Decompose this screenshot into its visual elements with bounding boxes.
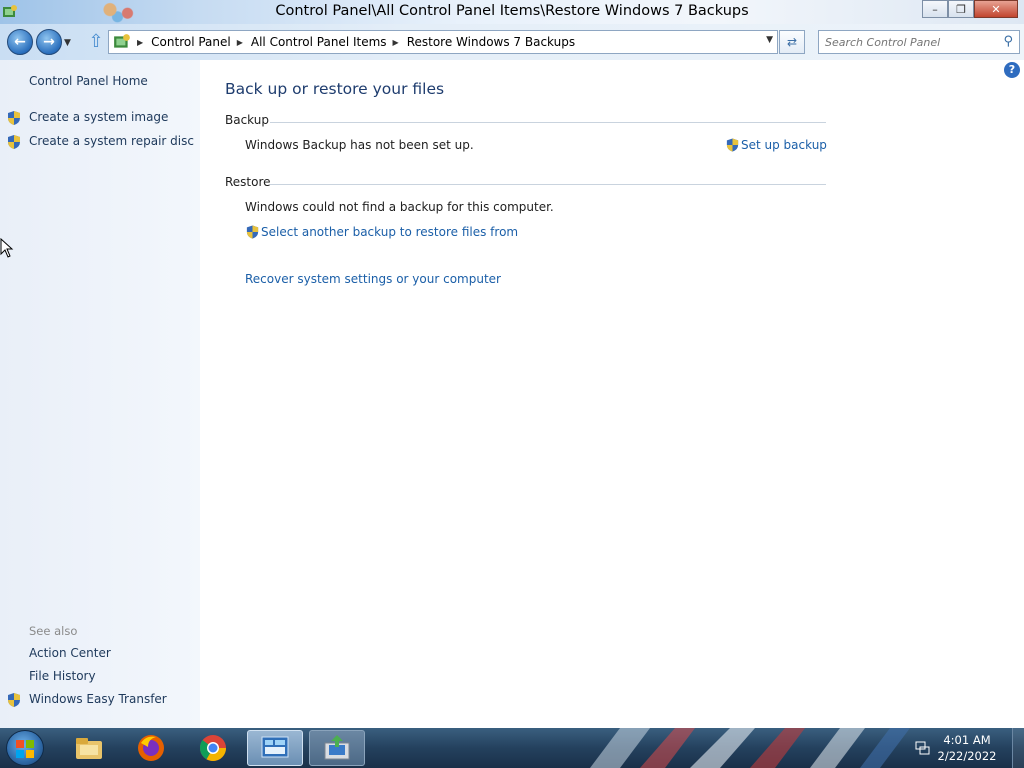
recent-pages-dropdown[interactable]: ▼	[64, 38, 71, 48]
taskbar-firefox[interactable]	[123, 730, 179, 766]
taskbar-control-panel[interactable]	[247, 730, 303, 766]
wallpaper-decoration	[590, 728, 910, 768]
uac-shield-icon	[8, 693, 20, 707]
back-button[interactable]: ←	[7, 29, 33, 55]
refresh-button[interactable]: ⇄	[779, 30, 805, 54]
refresh-icon: ⇄	[786, 35, 798, 49]
minimize-icon: –	[932, 2, 938, 16]
minimize-button[interactable]: –	[922, 0, 948, 18]
start-button[interactable]	[6, 730, 44, 766]
breadcrumb-chevron-icon[interactable]: ▶	[137, 38, 143, 47]
restore-status-text: Windows could not find a backup for this…	[245, 200, 554, 214]
up-button[interactable]: ⇧	[87, 32, 105, 52]
file-history-link[interactable]: File History	[29, 669, 96, 683]
action-center-link[interactable]: Action Center	[29, 646, 111, 660]
close-button[interactable]: ✕	[974, 0, 1018, 18]
search-input[interactable]	[819, 31, 989, 53]
firefox-icon	[138, 735, 164, 761]
taskbar-file-explorer[interactable]	[61, 730, 117, 766]
restore-icon: ❐	[956, 2, 966, 16]
recover-system-settings-link[interactable]: Recover system settings or your computer	[245, 272, 501, 286]
address-dropdown-icon[interactable]: ▼	[766, 35, 773, 45]
control-panel-icon	[261, 736, 289, 758]
breadcrumb-chevron-icon[interactable]: ▶	[237, 38, 243, 47]
windows-logo-icon	[16, 740, 34, 758]
breadcrumb-control-panel[interactable]: Control Panel	[151, 35, 231, 49]
left-navigation-pane: Control Panel Home Create a system image…	[0, 60, 200, 728]
see-also-label: See also	[29, 624, 78, 638]
uac-shield-icon	[8, 111, 20, 125]
taskbar-backup-restore[interactable]	[309, 730, 365, 766]
control-panel-icon	[114, 34, 130, 48]
window-controls: – ❐ ✕	[922, 0, 1018, 18]
create-system-image-link[interactable]: Create a system image	[29, 110, 168, 124]
create-repair-disc-link[interactable]: Create a system repair disc	[29, 134, 194, 148]
mouse-cursor-icon	[0, 238, 14, 258]
chrome-icon	[199, 735, 227, 762]
uac-shield-icon	[726, 138, 739, 152]
arrow-left-icon: ←	[14, 34, 26, 50]
taskbar-chrome[interactable]	[185, 730, 241, 766]
clock-date: 2/22/2022	[937, 749, 997, 763]
clock-time: 4:01 AM	[943, 733, 991, 747]
search-icon[interactable]: ⚲	[1003, 34, 1013, 49]
taskbar: 4:01 AM 2/22/2022	[0, 728, 1024, 768]
breadcrumb-restore-backups[interactable]: Restore Windows 7 Backups	[407, 35, 575, 49]
backup-restore-icon	[324, 735, 350, 760]
section-divider	[270, 184, 826, 185]
page-title: Back up or restore your files	[225, 80, 445, 98]
backup-status-text: Windows Backup has not been set up.	[245, 138, 474, 152]
breadcrumb-all-items[interactable]: All Control Panel Items	[251, 35, 387, 49]
set-up-backup-link[interactable]: Set up backup	[741, 138, 827, 152]
title-bar: Control Panel\All Control Panel Items\Re…	[0, 0, 1024, 24]
arrow-right-icon: →	[43, 34, 55, 50]
navigation-bar: ← → ▼ ⇧ ▶ Control Panel ▶ All Control Pa…	[0, 24, 1024, 60]
maximize-button[interactable]: ❐	[948, 0, 974, 18]
network-icon[interactable]	[915, 740, 931, 756]
control-panel-home-link[interactable]: Control Panel Home	[29, 74, 148, 88]
restore-section-label: Restore	[225, 175, 271, 189]
main-content: ? Back up or restore your files Backup W…	[200, 60, 1024, 728]
breadcrumb-chevron-icon[interactable]: ▶	[393, 38, 399, 47]
section-divider	[270, 122, 826, 123]
address-bar[interactable]: ▶ Control Panel ▶ All Control Panel Item…	[108, 30, 778, 54]
uac-shield-icon	[8, 135, 20, 149]
window-title: Control Panel\All Control Panel Items\Re…	[275, 3, 749, 19]
help-icon[interactable]: ?	[1004, 62, 1020, 78]
file-explorer-icon	[76, 738, 102, 759]
search-box[interactable]: ⚲	[818, 30, 1020, 54]
backup-section-label: Backup	[225, 113, 269, 127]
select-another-backup-link[interactable]: Select another backup to restore files f…	[261, 225, 518, 239]
close-icon: ✕	[991, 2, 1001, 16]
system-clock[interactable]: 4:01 AM 2/22/2022	[932, 732, 1002, 764]
forward-button[interactable]: →	[36, 29, 62, 55]
windows-easy-transfer-link[interactable]: Windows Easy Transfer	[29, 692, 167, 706]
arrow-up-icon: ⇧	[88, 31, 104, 52]
show-desktop-button[interactable]	[1012, 728, 1024, 768]
uac-shield-icon	[246, 225, 259, 239]
